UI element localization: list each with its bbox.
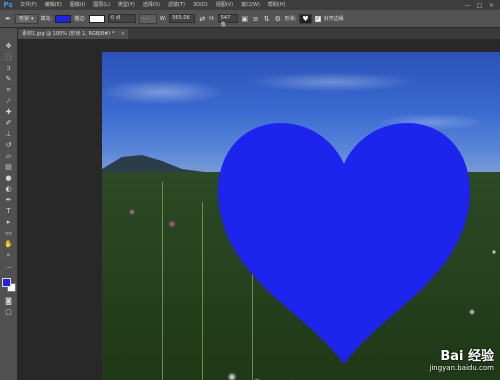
pen-tool-icon[interactable]: ✒ — [2, 196, 16, 205]
marquee-tool-icon[interactable]: ⬚ — [2, 53, 16, 62]
pen-tool-preset-icon[interactable]: ✒ — [4, 15, 12, 23]
menu-filter[interactable]: 滤镜(T) — [164, 0, 189, 10]
document-tab[interactable]: 素材1.jpg @ 100% (形状 1, RGB/8#) * × — [18, 29, 128, 39]
document-canvas[interactable]: Bai 经验 jingyan.baidu.com — [102, 52, 500, 380]
clone-stamp-tool-icon[interactable]: ⊥ — [2, 130, 16, 139]
screen-mode-icon[interactable]: ▢ — [2, 308, 16, 317]
workspace: Bai 经验 jingyan.baidu.com — [18, 39, 500, 380]
fill-color-swatch[interactable] — [55, 14, 72, 23]
heart-shape[interactable] — [214, 114, 474, 364]
menu-3d[interactable]: 3D(D) — [189, 0, 212, 10]
crop-tool-icon[interactable]: ⌗ — [2, 86, 16, 95]
menu-edit[interactable]: 编辑(E) — [41, 0, 66, 10]
photoshop-logo: Ps — [3, 1, 13, 9]
color-swatches — [1, 277, 17, 295]
quick-select-tool-icon[interactable]: ✎ — [2, 75, 16, 84]
width-input[interactable]: 565.06 — [169, 14, 196, 23]
flower-stem — [202, 202, 203, 380]
history-brush-tool-icon[interactable]: ↺ — [2, 141, 16, 150]
type-tool-icon[interactable]: T — [2, 207, 16, 216]
path-selection-tool-icon[interactable]: ▸ — [2, 218, 16, 227]
shape-label: 形状: — [284, 16, 297, 22]
document-tab-bar: 素材1.jpg @ 100% (形状 1, RGB/8#) * × — [18, 28, 500, 39]
baidu-watermark: Bai 经验 jingyan.baidu.com — [429, 345, 494, 372]
watermark-brand: Bai 经验 — [440, 349, 494, 364]
align-edges-checkbox[interactable]: ✓ — [314, 15, 321, 22]
watermark-url: jingyan.baidu.com — [429, 364, 494, 372]
menu-help[interactable]: 帮助(H) — [264, 0, 290, 10]
move-tool-icon[interactable]: ✥ — [2, 42, 16, 51]
height-input[interactable]: 547 像 — [217, 14, 238, 28]
menu-select[interactable]: 选择(S) — [139, 0, 164, 10]
stroke-label: 描边: — [74, 16, 86, 22]
menu-bar: Ps 文件(F) 编辑(E) 图像(I) 图层(L) 类型(Y) 选择(S) 滤… — [0, 0, 500, 10]
brush-tool-icon[interactable]: ✐ — [2, 119, 16, 128]
dash-line-icon: - - — [142, 15, 149, 22]
stroke-width-input[interactable]: 0 点 — [107, 14, 136, 23]
gradient-tool-icon[interactable]: ▤ — [2, 163, 16, 172]
path-arrangement-icon[interactable]: ⇅ — [263, 15, 271, 23]
fill-label: 填充: — [40, 16, 53, 22]
flower-stem — [162, 182, 163, 380]
options-bar: ✒ 形状 ▾ 填充: 描边: 0 点 - - W: 565.06 ⇄ H: 547… — [0, 10, 500, 28]
mode-value: 形状 — [19, 15, 30, 22]
heart-icon: ♥ — [302, 14, 309, 23]
width-label: W: — [159, 15, 167, 22]
hand-tool-icon[interactable]: ✋ — [2, 240, 16, 249]
link-icon[interactable]: ⇄ — [198, 15, 206, 23]
more-tools-icon[interactable]: … — [2, 262, 16, 271]
gear-icon[interactable]: ⚙ — [274, 15, 282, 23]
foreground-color-swatch[interactable] — [1, 278, 11, 287]
path-operations-icon[interactable]: ▣ — [241, 15, 249, 23]
chevron-down-icon: ▾ — [31, 15, 34, 22]
blur-tool-icon[interactable]: ● — [2, 174, 16, 183]
maximize-icon[interactable]: □ — [475, 2, 484, 9]
align-edges-label: 对齐边缘 — [323, 16, 344, 22]
height-label: H: — [209, 15, 215, 22]
eyedropper-tool-icon[interactable]: ⁄ — [2, 97, 16, 106]
dodge-tool-icon[interactable]: ◐ — [2, 185, 16, 194]
minimize-icon[interactable]: — — [463, 2, 472, 9]
healing-brush-tool-icon[interactable]: ✚ — [2, 108, 16, 117]
menu-type[interactable]: 类型(Y) — [114, 0, 139, 10]
stroke-type-select[interactable]: - - — [138, 13, 157, 24]
menu-image[interactable]: 图像(I) — [66, 0, 89, 10]
lasso-tool-icon[interactable]: ↄ — [2, 64, 16, 73]
shape-tool-icon[interactable]: ▭ — [2, 229, 16, 238]
menu-layer[interactable]: 图层(L) — [89, 0, 114, 10]
close-icon[interactable]: × — [121, 29, 125, 39]
shape-picker[interactable]: ♥ — [299, 13, 312, 24]
menu-file[interactable]: 文件(F) — [16, 0, 41, 10]
close-window-icon[interactable]: × — [487, 2, 496, 9]
stroke-color-swatch[interactable] — [88, 14, 105, 23]
menu-view[interactable]: 视图(V) — [212, 0, 237, 10]
mode-select[interactable]: 形状 ▾ — [15, 13, 38, 24]
tools-panel: ✥ ⬚ ↄ ✎ ⌗ ⁄ ✚ ✐ ⊥ ↺ ▱ ▤ ● ◐ ✒ T ▸ ▭ ✋ ⌕ … — [0, 28, 18, 380]
zoom-tool-icon[interactable]: ⌕ — [2, 251, 16, 260]
eraser-tool-icon[interactable]: ▱ — [2, 152, 16, 161]
menu-window[interactable]: 窗口(W) — [237, 0, 264, 10]
path-alignment-icon[interactable]: ≡ — [252, 15, 260, 23]
document-tab-title: 素材1.jpg @ 100% (形状 1, RGB/8#) * — [22, 31, 115, 37]
quick-mask-icon[interactable]: ◙ — [2, 297, 16, 306]
